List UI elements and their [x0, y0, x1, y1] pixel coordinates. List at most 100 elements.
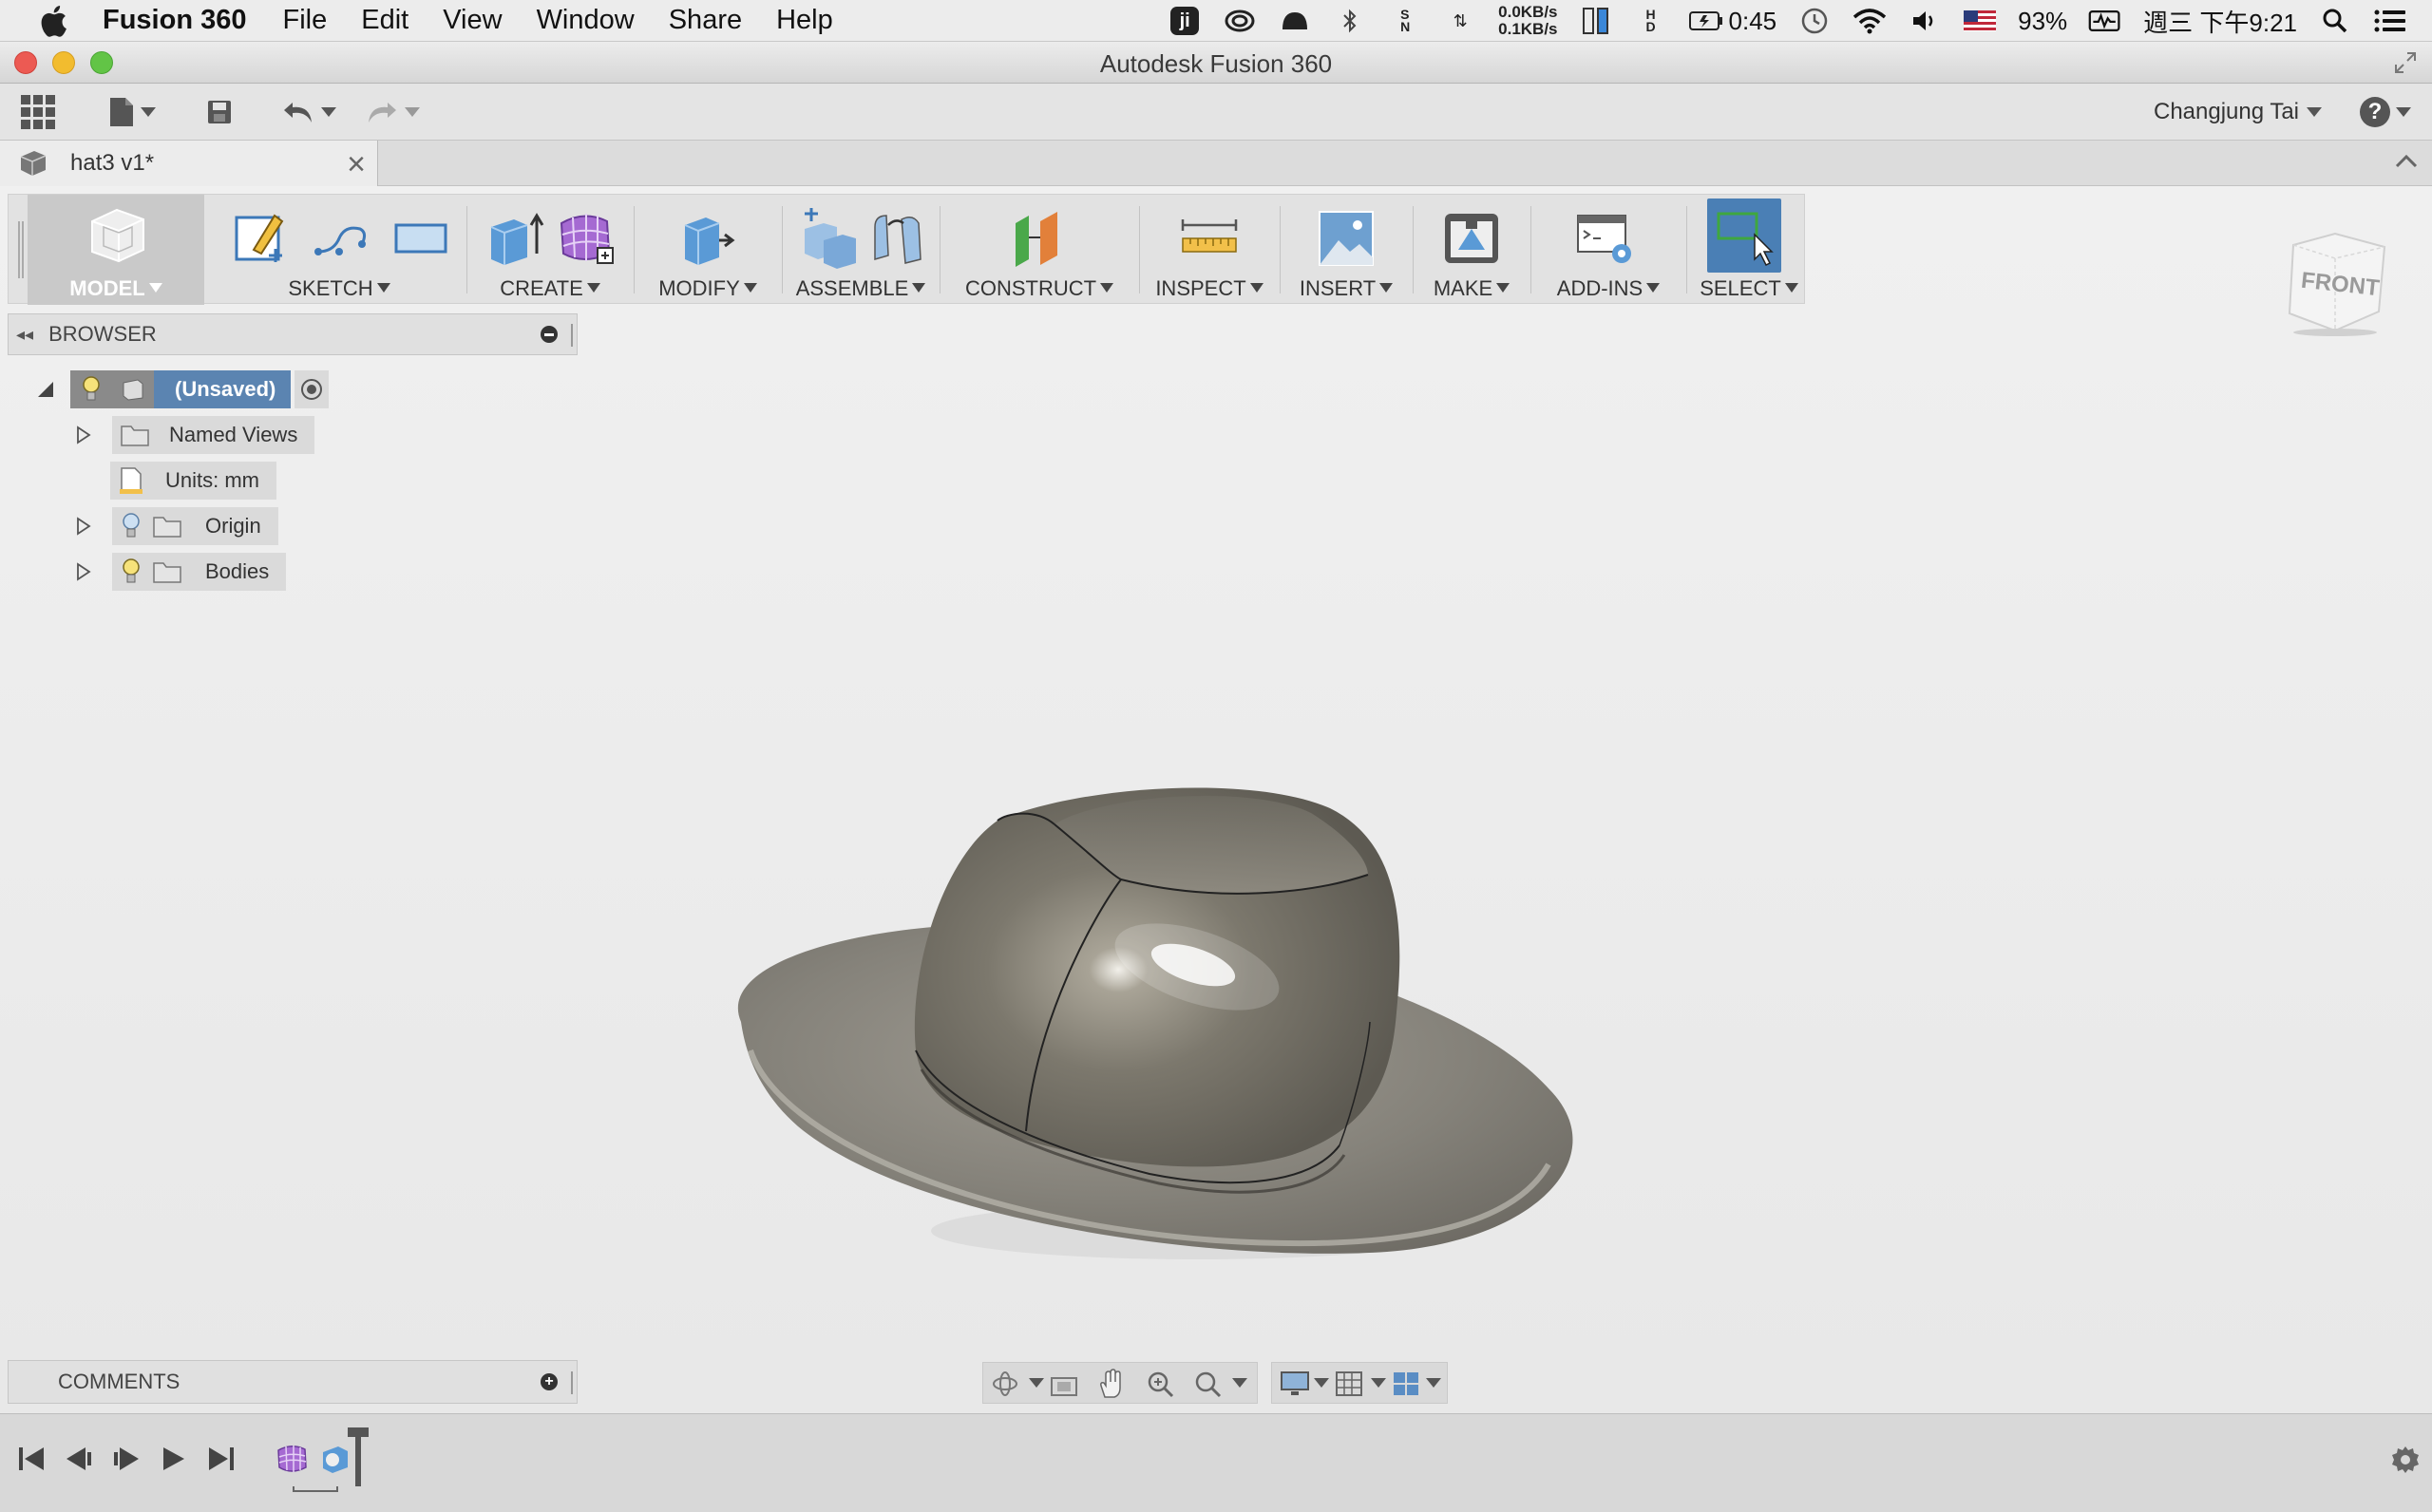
browser-root-row[interactable]: (Unsaved) [38, 370, 330, 408]
select-button[interactable] [1707, 198, 1781, 273]
grid-settings-icon[interactable] [1335, 1370, 1363, 1397]
wifi-icon[interactable] [1852, 5, 1887, 37]
user-account-menu[interactable]: Changjung Tai [2154, 95, 2322, 129]
menu-share[interactable]: Share [669, 5, 742, 36]
browser-node-named-views[interactable]: Named Views [76, 416, 315, 454]
extrude-icon[interactable] [485, 208, 546, 269]
workspace-switcher[interactable]: MODEL [28, 195, 204, 305]
offset-plane-icon[interactable] [1008, 208, 1069, 269]
activate-component-icon[interactable] [294, 370, 330, 408]
sketch-group[interactable]: SKETCH [219, 195, 459, 305]
timeline-marker[interactable] [355, 1431, 361, 1486]
zoom-dropdown-icon[interactable] [1232, 1378, 1247, 1388]
collapse-ribbon-icon[interactable] [2394, 152, 2419, 176]
document-tab[interactable]: hat3 v1* × [0, 141, 378, 186]
modify-group[interactable]: MODIFY [641, 195, 774, 305]
make-group[interactable]: MAKE [1420, 195, 1523, 305]
help-menu-button[interactable]: ? [2360, 95, 2411, 129]
activity-monitor-icon[interactable] [2088, 5, 2122, 37]
transfer-icon[interactable]: ⇅ [1443, 5, 1477, 37]
apple-icon[interactable] [34, 2, 72, 40]
save-button[interactable] [203, 95, 236, 129]
rectangle-icon[interactable] [390, 208, 451, 269]
go-to-start-icon[interactable] [17, 1445, 46, 1473]
volume-icon[interactable] [1908, 5, 1942, 37]
disk-icon[interactable]: HD [1634, 5, 1668, 37]
step-forward-icon[interactable] [160, 1445, 188, 1473]
browser-minimize-icon[interactable] [541, 326, 558, 343]
press-pull-icon[interactable] [677, 208, 738, 269]
collapse-root-icon[interactable] [38, 382, 53, 397]
viewports-icon[interactable] [1392, 1370, 1420, 1397]
redo-button[interactable] [359, 95, 426, 129]
viewports-dropdown-icon[interactable] [1426, 1378, 1441, 1388]
notification-center-icon[interactable] [2373, 5, 2407, 37]
display-dropdown-icon[interactable] [1314, 1378, 1329, 1388]
visibility-bulb-icon[interactable] [70, 370, 112, 408]
visibility-bulb-icon[interactable] [122, 512, 141, 540]
file-menu-button[interactable] [101, 95, 163, 129]
add-comment-icon[interactable]: + [541, 1373, 558, 1390]
memory-icon[interactable] [1579, 5, 1613, 37]
3d-print-icon[interactable] [1441, 208, 1502, 269]
timeline-settings-gear-icon[interactable] [2390, 1445, 2421, 1475]
add-ins-group[interactable]: ADD-INS [1538, 195, 1679, 305]
orbit-dropdown-icon[interactable] [1029, 1378, 1044, 1388]
creative-cloud-icon[interactable] [1223, 5, 1257, 37]
spline-icon[interactable] [311, 208, 371, 269]
battery-percent[interactable]: 93% [2018, 7, 2067, 36]
visibility-bulb-icon[interactable] [122, 558, 141, 586]
collapse-browser-icon[interactable]: ◂◂ [16, 325, 33, 345]
fullscreen-icon[interactable] [2392, 49, 2419, 76]
pan-hand-icon[interactable] [1097, 1369, 1126, 1399]
look-at-icon[interactable] [1050, 1372, 1078, 1397]
insert-image-icon[interactable] [1316, 208, 1377, 269]
create-group[interactable]: CREATE [474, 195, 626, 305]
canvas-viewport[interactable]: MODEL SKETCH CREATE MODIFY ASSEMBLE CONS… [0, 186, 2432, 1413]
time-machine-icon[interactable] [1797, 5, 1832, 37]
select-group[interactable]: SELECT [1694, 195, 1804, 305]
grid-dropdown-icon[interactable] [1371, 1378, 1386, 1388]
scripts-addins-icon[interactable] [1576, 208, 1637, 269]
joint-icon[interactable] [867, 208, 928, 269]
construct-group[interactable]: CONSTRUCT [947, 195, 1131, 305]
comments-pin-icon[interactable] [571, 1371, 575, 1394]
menu-view[interactable]: View [443, 5, 502, 36]
bluetooth-icon[interactable] [1333, 5, 1367, 37]
browser-node-units[interactable]: Units: mm [110, 462, 276, 500]
browser-node-bodies[interactable]: Bodies [76, 553, 287, 591]
step-back-icon[interactable] [65, 1445, 93, 1473]
ribbon-grip[interactable] [18, 221, 24, 278]
measure-icon[interactable] [1179, 208, 1240, 269]
menubar-clock[interactable]: 週三 下午9:21 [2143, 4, 2297, 39]
display-settings-icon[interactable] [1280, 1370, 1310, 1397]
play-icon[interactable] [112, 1445, 141, 1473]
input-method-icon[interactable]: SN [1388, 5, 1422, 37]
menu-help[interactable]: Help [776, 5, 833, 36]
expand-arrow-icon[interactable] [76, 517, 91, 536]
go-to-end-icon[interactable] [207, 1445, 236, 1473]
helmet-icon[interactable] [1278, 5, 1312, 37]
inspect-group[interactable]: INSPECT [1147, 195, 1272, 305]
menu-window[interactable]: Window [537, 5, 635, 36]
insert-group[interactable]: INSERT [1287, 195, 1405, 305]
jiant-icon[interactable]: ji [1168, 5, 1202, 37]
us-flag-icon[interactable] [1963, 5, 1997, 37]
app-name-menu[interactable]: Fusion 360 [103, 5, 247, 36]
zoom-window-icon[interactable] [1194, 1370, 1223, 1399]
battery-status[interactable]: 0:45 [1688, 7, 1776, 36]
create-sketch-icon[interactable] [231, 208, 292, 269]
close-tab-icon[interactable]: × [347, 146, 366, 183]
data-panel-grid-icon[interactable] [19, 95, 57, 129]
undo-button[interactable] [276, 95, 342, 129]
zoom-icon[interactable] [1147, 1370, 1175, 1399]
menu-edit[interactable]: Edit [361, 5, 408, 36]
expand-arrow-icon[interactable] [76, 562, 91, 581]
menu-file[interactable]: File [283, 5, 328, 36]
viewcube[interactable]: FRONT [2280, 224, 2394, 338]
assemble-group[interactable]: ASSEMBLE [789, 195, 932, 305]
browser-pin-icon[interactable] [571, 324, 575, 347]
orbit-icon[interactable] [991, 1370, 1019, 1397]
spotlight-search-icon[interactable] [2318, 5, 2352, 37]
new-component-icon[interactable] [799, 208, 860, 269]
